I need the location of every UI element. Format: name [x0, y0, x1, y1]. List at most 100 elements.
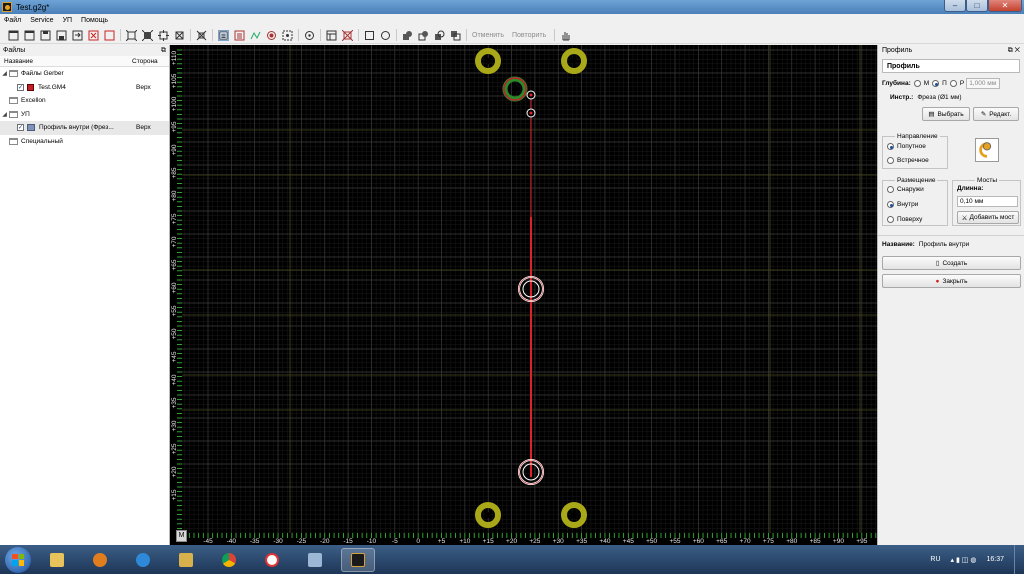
zoom-out-icon[interactable] — [158, 29, 169, 41]
list-icon: ▤ — [928, 111, 935, 118]
tree-item-up[interactable]: ◢ УП — [0, 108, 169, 122]
name-input[interactable]: Профиль внутри — [919, 241, 1015, 248]
depth-radio-r[interactable] — [949, 80, 957, 87]
depth-radio-p[interactable] — [932, 80, 940, 87]
menu-up[interactable]: УП — [63, 17, 72, 24]
start-marker[interactable] — [526, 90, 536, 100]
close-window-button[interactable]: ✕ — [988, 0, 1022, 12]
show-desktop-button[interactable] — [1014, 545, 1024, 574]
taskbar-chrome[interactable] — [212, 548, 246, 572]
mounting-pad[interactable] — [475, 502, 501, 528]
selected-pad[interactable] — [502, 76, 528, 102]
export-icon[interactable] — [72, 30, 83, 41]
close-panel-button[interactable]: ● Закрыть — [882, 274, 1021, 288]
save-as-icon[interactable] — [56, 30, 67, 41]
circle-tool-icon[interactable] — [380, 30, 391, 41]
create-button[interactable]: ▯ Создать — [882, 256, 1021, 270]
save-icon[interactable] — [40, 30, 51, 41]
language-indicator[interactable]: RU — [930, 556, 940, 563]
menu-help[interactable]: Помощь — [81, 17, 108, 24]
undo-button[interactable]: Отменить — [472, 32, 504, 39]
placement-on-radio[interactable] — [887, 216, 894, 223]
yandex-browser-icon — [265, 552, 279, 567]
app-icon — [2, 2, 12, 12]
menu-service[interactable]: Service — [30, 17, 53, 24]
rectangle-tool-icon[interactable] — [364, 30, 375, 41]
clock[interactable]: 16:37 — [986, 556, 1004, 563]
visibility-checkbox[interactable]: ✓ — [17, 124, 24, 132]
tree-item-label: Excellon — [21, 97, 46, 105]
collapse-arrow-icon[interactable]: ◢ — [0, 70, 9, 77]
x-tick-label: +35 — [576, 538, 587, 545]
shape-union-icon[interactable] — [402, 30, 413, 41]
tree-item-special[interactable]: Специальный — [0, 135, 169, 149]
start-button[interactable] — [5, 546, 31, 573]
y-tick-label: +25 — [171, 443, 178, 454]
select-area-icon[interactable] — [282, 30, 293, 41]
path-view-icon[interactable] — [250, 30, 261, 41]
hand-tool-icon[interactable] — [560, 30, 571, 41]
chrome-icon — [222, 552, 236, 567]
collapse-arrow-icon[interactable]: ◢ — [0, 111, 9, 118]
layers-view-icon[interactable] — [218, 29, 229, 41]
column-name[interactable]: Название — [0, 58, 132, 65]
mounting-pad[interactable] — [561, 502, 587, 528]
select-tool-button[interactable]: ▤ Выбрать — [922, 107, 970, 121]
column-side[interactable]: Сторона — [132, 58, 158, 65]
origin-icon[interactable] — [304, 30, 315, 41]
zoom-in-icon[interactable] — [142, 29, 153, 41]
measure-icon[interactable] — [196, 30, 207, 41]
mounting-pad[interactable] — [561, 48, 587, 74]
remove-icon[interactable] — [342, 29, 353, 41]
shape-subtract-icon[interactable] — [418, 30, 429, 41]
tree-item-gerber[interactable]: ◢ Файлы Gerber — [0, 67, 169, 81]
x-tick-label: -40 — [227, 538, 237, 545]
coordinate-mode-button[interactable]: M — [176, 530, 187, 542]
target-icon[interactable] — [266, 30, 277, 41]
taskbar-app[interactable] — [298, 548, 332, 572]
tree-item-profile[interactable]: ✓ Профиль внутри (Фрез... Верх — [0, 121, 169, 135]
new-file-icon[interactable] — [8, 30, 19, 41]
taskbar-internet-explorer[interactable] — [126, 548, 160, 572]
taskbar-g2g-app[interactable] — [341, 547, 375, 572]
minimize-button[interactable]: – — [944, 0, 966, 12]
tray-icons[interactable]: ▴ ▮ ◫ ◍ — [951, 556, 977, 564]
zoom-reset-icon[interactable] — [174, 30, 185, 41]
visibility-checkbox[interactable]: ✓ — [17, 83, 24, 91]
taskbar-explorer[interactable] — [40, 548, 74, 572]
profile-panel-title: Профиль — [882, 47, 913, 54]
tree-item-excellon[interactable]: Excellon — [0, 94, 169, 108]
end-marker[interactable] — [526, 108, 536, 118]
x-tick-label: +15 — [483, 538, 494, 545]
canvas-svg[interactable]: -45 -40 -35 -30 -25 -20 -15 -10 -5 0 +5 +10 +15 +20 +2… — [170, 45, 877, 545]
bridge-length-input[interactable]: 0,10 мм — [957, 196, 1018, 207]
open-file-icon[interactable] — [24, 30, 35, 41]
edit-tool-button[interactable]: ✎ Редакт. — [973, 107, 1019, 121]
depth-input[interactable]: 1,000 мм — [966, 78, 1001, 89]
shape-exclude-icon[interactable] — [450, 30, 461, 41]
taskbar-yandex[interactable] — [255, 548, 289, 572]
direction-conventional-radio[interactable] — [887, 157, 894, 164]
mounting-pad[interactable] — [475, 48, 501, 74]
tree-item-test-gm4[interactable]: ✓ Test.GM4 Верх — [0, 81, 169, 95]
drill-view-icon[interactable] — [234, 30, 245, 41]
zoom-fit-icon[interactable] — [126, 29, 137, 41]
close-file-icon[interactable] — [88, 30, 99, 41]
placement-outside-radio[interactable] — [887, 186, 894, 193]
drawing-canvas[interactable]: -45 -40 -35 -30 -25 -20 -15 -10 -5 0 +5 +10 +15 +20 +2… — [170, 45, 877, 545]
direction-climb-radio[interactable] — [887, 143, 894, 150]
taskbar-media-player[interactable] — [83, 548, 117, 572]
add-bridge-button[interactable]: ⚔ Добавить мост — [957, 211, 1019, 224]
x-tick-label: -20 — [320, 538, 330, 545]
depth-radio-m[interactable] — [913, 80, 921, 87]
maximize-button[interactable]: □ — [966, 0, 988, 12]
shape-intersect-icon[interactable] — [434, 30, 445, 41]
taskbar-files[interactable] — [169, 548, 203, 572]
close-all-icon[interactable] — [104, 30, 115, 41]
table-icon[interactable] — [326, 30, 337, 41]
menu-file[interactable]: Файл — [4, 17, 21, 24]
undock-icon[interactable]: ⧉ — [161, 47, 166, 55]
panel-controls[interactable]: ⧉ ✕ — [1008, 47, 1020, 55]
placement-inside-radio[interactable] — [887, 201, 894, 208]
redo-button[interactable]: Повторить — [512, 32, 546, 39]
